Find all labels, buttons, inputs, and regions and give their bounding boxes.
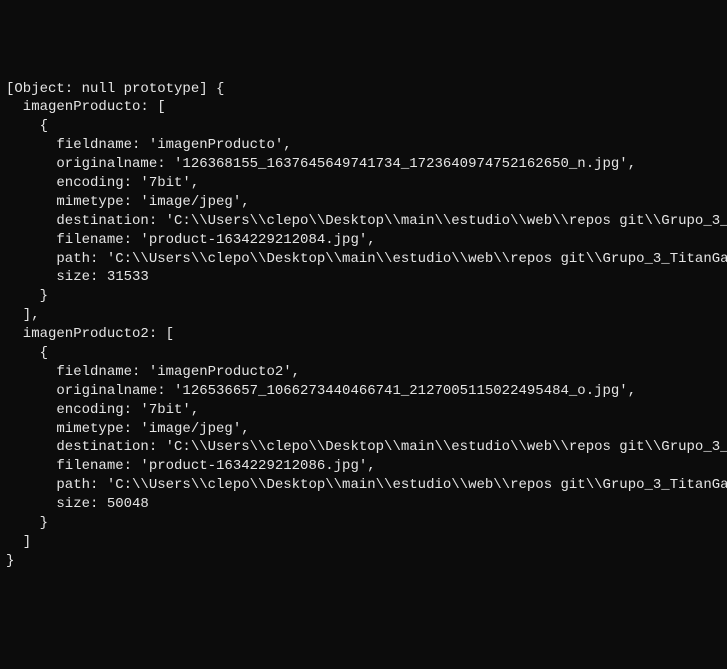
console-output: [Object: null prototype] { imagenProduct… xyxy=(6,80,721,571)
